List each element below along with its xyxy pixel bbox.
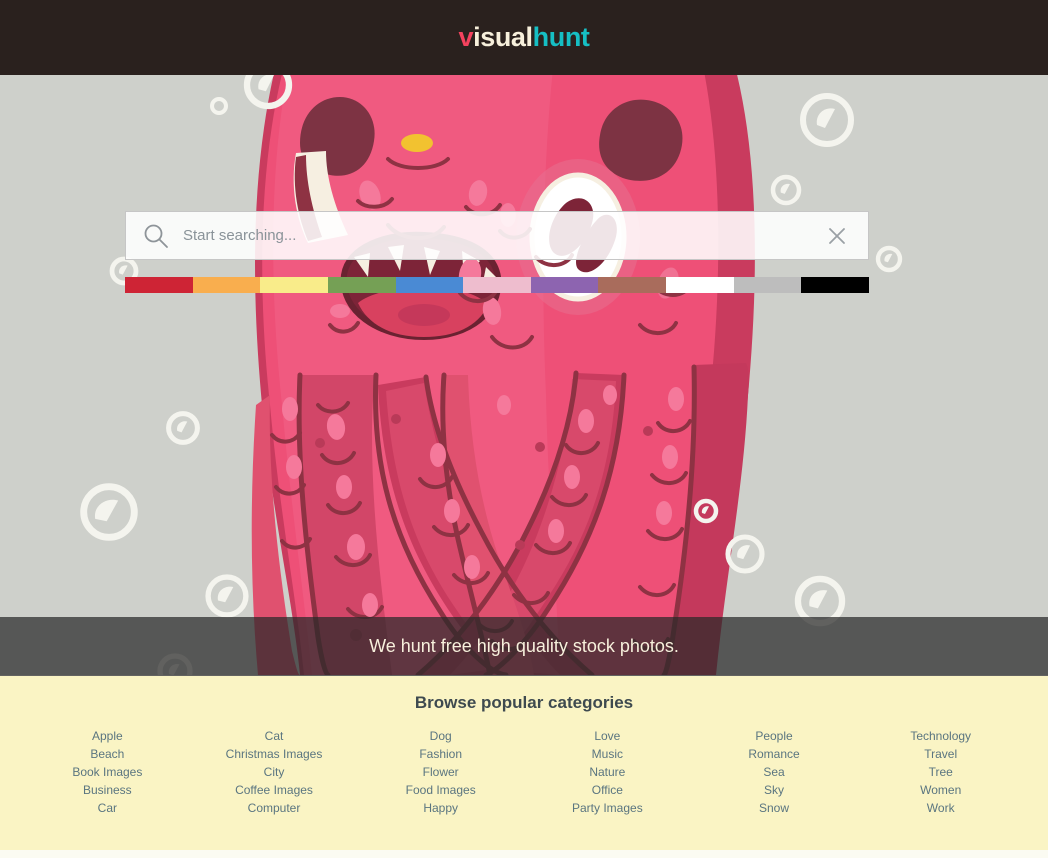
color-swatch-pink[interactable]	[463, 277, 531, 293]
category-link[interactable]: Car	[24, 799, 191, 817]
category-link[interactable]: Fashion	[357, 745, 524, 763]
category-link[interactable]: City	[191, 763, 358, 781]
categories-section: Browse popular categories Apple Beach Bo…	[0, 676, 1048, 850]
color-swatch-blue[interactable]	[395, 277, 464, 293]
color-swatch-purple[interactable]	[530, 277, 599, 293]
category-column-2: Cat Christmas Images City Coffee Images …	[191, 727, 358, 817]
category-link[interactable]: Love	[524, 727, 691, 745]
category-link[interactable]: Flower	[357, 763, 524, 781]
search-area	[125, 211, 870, 293]
color-swatch-green[interactable]	[327, 277, 396, 293]
color-swatch-black[interactable]	[801, 277, 870, 293]
category-link[interactable]: Travel	[857, 745, 1024, 763]
footer-strip	[0, 850, 1048, 858]
logo-part-v: v	[458, 22, 474, 52]
tagline-bar: We hunt free high quality stock photos.	[0, 617, 1048, 676]
search-box[interactable]	[125, 211, 869, 260]
category-link[interactable]: Music	[524, 745, 691, 763]
color-swatch-gray[interactable]	[733, 277, 802, 293]
category-link[interactable]: Happy	[357, 799, 524, 817]
pink-monster-illustration	[0, 75, 1048, 675]
color-swatch-orange[interactable]	[192, 277, 261, 293]
search-icon	[144, 224, 168, 248]
category-link[interactable]: Romance	[691, 745, 858, 763]
category-link[interactable]: Sky	[691, 781, 858, 799]
site-header: visualhunt	[0, 0, 1048, 75]
category-column-6: Technology Travel Tree Women Work	[857, 727, 1024, 817]
category-link[interactable]: Christmas Images	[191, 745, 358, 763]
close-icon[interactable]	[826, 225, 848, 247]
tagline-text: We hunt free high quality stock photos.	[369, 636, 679, 656]
category-link[interactable]: Book Images	[24, 763, 191, 781]
site-logo[interactable]: visualhunt	[458, 24, 589, 51]
category-column-1: Apple Beach Book Images Business Car	[24, 727, 191, 817]
category-link[interactable]: Technology	[857, 727, 1024, 745]
color-swatch-yellow[interactable]	[260, 277, 328, 293]
logo-part-isual: isual	[473, 22, 533, 52]
category-link[interactable]: People	[691, 727, 858, 745]
category-link[interactable]: Computer	[191, 799, 358, 817]
category-link[interactable]: Office	[524, 781, 691, 799]
logo-part-hunt: hunt	[532, 22, 590, 52]
category-link[interactable]: Apple	[24, 727, 191, 745]
category-link[interactable]: Tree	[857, 763, 1024, 781]
category-column-3: Dog Fashion Flower Food Images Happy	[357, 727, 524, 817]
search-input[interactable]	[183, 227, 826, 244]
visualhunt-homepage: visualhunt Start searching... We hunt fr…	[0, 0, 1048, 858]
category-link[interactable]: Work	[857, 799, 1024, 817]
color-filter-bar	[125, 277, 870, 293]
categories-title: Browse popular categories	[414, 693, 634, 712]
category-column-5: People Romance Sea Sky Snow	[691, 727, 858, 817]
category-column-4: Love Music Nature Office Party Images	[524, 727, 691, 817]
category-link[interactable]: Nature	[524, 763, 691, 781]
category-link[interactable]: Cat	[191, 727, 358, 745]
color-swatch-red[interactable]	[125, 277, 193, 293]
category-link[interactable]: Coffee Images	[191, 781, 358, 799]
category-link[interactable]: Women	[857, 781, 1024, 799]
categories-columns: Apple Beach Book Images Business Car Cat…	[0, 727, 1048, 817]
category-link[interactable]: Business	[24, 781, 191, 799]
category-link[interactable]: Beach	[24, 745, 191, 763]
color-swatch-brown[interactable]	[598, 277, 667, 293]
category-link[interactable]: Snow	[691, 799, 858, 817]
category-link[interactable]: Dog	[357, 727, 524, 745]
category-link[interactable]: Sea	[691, 763, 858, 781]
color-swatch-white[interactable]	[666, 277, 734, 293]
category-link[interactable]: Party Images	[524, 799, 691, 817]
category-link[interactable]: Food Images	[357, 781, 524, 799]
hero-section	[0, 75, 1048, 675]
